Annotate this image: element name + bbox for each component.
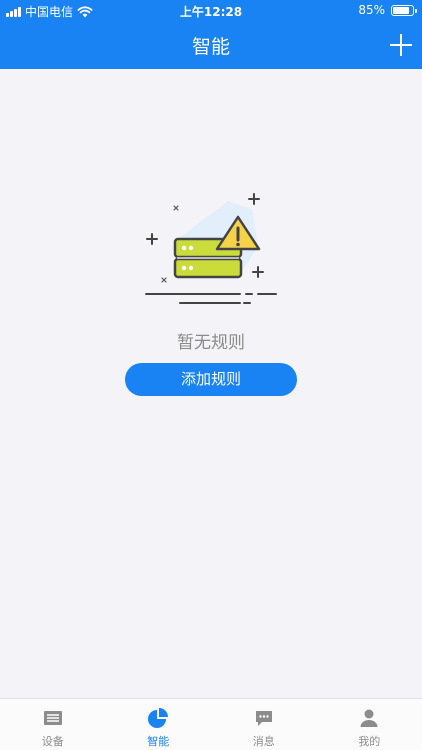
add-icon[interactable] — [390, 34, 412, 56]
tab-bar: 设备 智能 消息 我的 — [0, 698, 422, 750]
tab-label: 我的 — [358, 735, 381, 748]
empty-rules-illustration — [145, 193, 277, 304]
tab-label: 智能 — [147, 735, 170, 748]
person-icon — [360, 709, 378, 727]
tab-smart[interactable]: 智能 — [106, 699, 212, 750]
device-list-icon — [43, 711, 62, 725]
message-icon — [255, 711, 272, 726]
main-content: 暂无规则 添加规则 — [0, 69, 422, 698]
pie-chart-icon — [148, 708, 169, 728]
ground-lines — [145, 293, 277, 304]
battery-icon — [391, 4, 417, 16]
empty-state-message: 暂无规则 — [177, 333, 245, 353]
nav-bar: 智能 — [0, 22, 422, 69]
tab-label: 设备 — [41, 735, 64, 748]
status-bar: 中国电信 上午12:28 85% — [0, 0, 422, 22]
battery-percent: 85% — [358, 3, 385, 17]
tab-devices[interactable]: 设备 — [0, 699, 106, 750]
add-rule-button[interactable]: 添加规则 — [125, 363, 297, 396]
battery-fill — [393, 6, 410, 14]
status-right: 85% — [358, 3, 417, 17]
tab-label: 消息 — [252, 735, 275, 748]
tab-profile[interactable]: 我的 — [317, 699, 422, 750]
page-title: 智能 — [191, 36, 230, 58]
tab-messages[interactable]: 消息 — [211, 699, 317, 750]
